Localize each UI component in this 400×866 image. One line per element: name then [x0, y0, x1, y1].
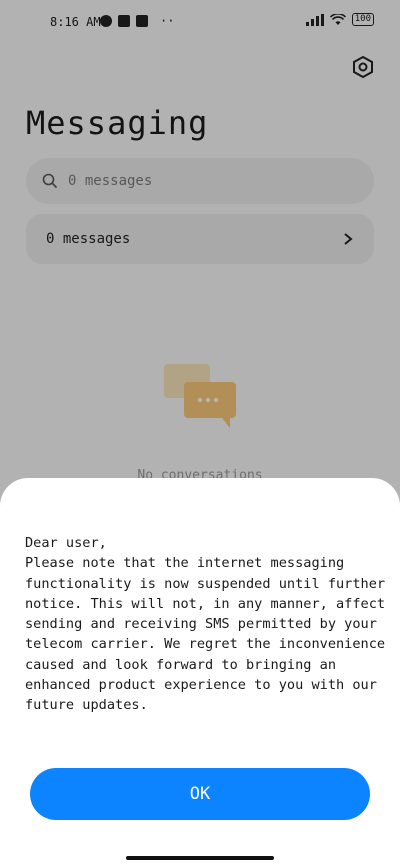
home-indicator[interactable] [126, 856, 274, 860]
notice-message: Dear user, Please note that the internet… [25, 535, 386, 714]
ok-button[interactable]: OK [30, 768, 370, 820]
notice-bottom-sheet: Dear user, Please note that the internet… [0, 478, 400, 866]
